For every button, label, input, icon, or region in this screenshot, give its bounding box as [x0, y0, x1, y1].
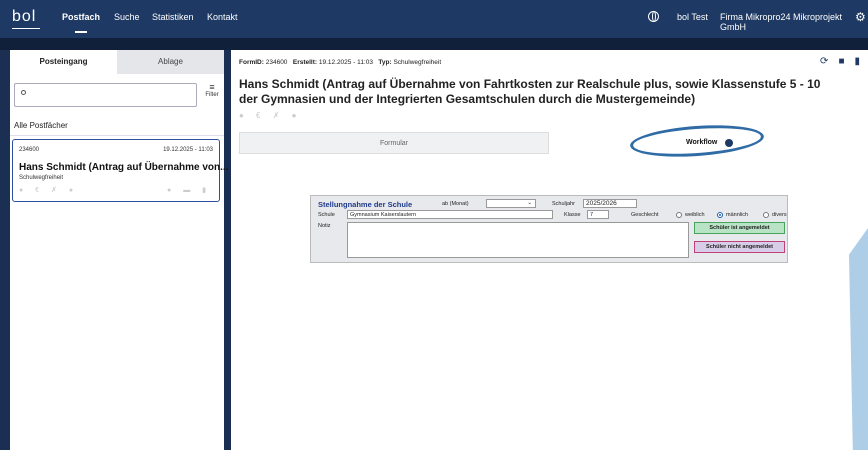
formid-value: 234600 — [265, 59, 288, 66]
user-name[interactable]: bol Test — [677, 12, 708, 22]
filter-icon: ≡ — [209, 82, 215, 92]
all-mailboxes-label[interactable]: Alle Postfächer — [14, 121, 68, 130]
detail-panel: FormID: 234600 Erstellt: 19.12.2025 - 11… — [231, 50, 868, 450]
form-title: Stellungnahme der Schule — [318, 200, 413, 209]
company-name[interactable]: Firma Mikropro24 Mikroprojekt GmbH — [720, 12, 868, 32]
radio-maennlich-label: männlich — [726, 212, 749, 218]
search-input[interactable] — [14, 83, 197, 107]
radio-weiblich[interactable] — [676, 212, 682, 218]
formid-label: FormID: — [239, 59, 264, 66]
radio-divers[interactable] — [763, 212, 769, 218]
header-shadow-band — [0, 38, 868, 50]
type-label: Typ: — [378, 59, 392, 66]
notiz-textarea[interactable] — [347, 222, 689, 258]
radio-maennlich[interactable] — [717, 212, 723, 218]
nav-suche[interactable]: Suche — [114, 12, 140, 22]
notiz-label: Notiz — [318, 223, 331, 229]
inbox-panel: Posteingang Ablage ≡ Filter Alle Postfäc… — [10, 50, 228, 450]
top-navigation-bar: bol Postfach Suche Statistiken Kontakt b… — [0, 0, 868, 38]
radio-divers-label: divers — [772, 212, 787, 218]
bol-logo[interactable]: bol — [11, 6, 41, 32]
klasse-label: Klasse — [564, 212, 581, 218]
page-title: Hans Schmidt (Antrag auf Übernahme von F… — [239, 77, 821, 106]
message-card[interactable]: 234600 19.12.2025 - 11:03 Hans Schmidt (… — [12, 139, 228, 202]
card-action-icons: ● ▬ ▮ — [167, 187, 211, 194]
form-meta: FormID: 234600 Erstellt: 19.12.2025 - 11… — [239, 59, 441, 66]
search-icon — [21, 90, 26, 95]
highlight-circle — [629, 121, 765, 161]
nav-kontakt[interactable]: Kontakt — [207, 12, 238, 22]
archive-icon[interactable]: ■ — [838, 56, 844, 67]
klasse-input[interactable]: 7 — [587, 210, 609, 219]
card-subtitle: Schulwegfreiheit — [19, 175, 64, 181]
ab-month-select[interactable]: ⌄ — [486, 199, 536, 208]
delete-icon[interactable]: ▮ — [854, 56, 860, 67]
divider — [10, 135, 224, 136]
detail-status-icons: ● € ✗ ● — [239, 111, 302, 120]
schuljahr-input[interactable]: 2025/2026 — [583, 199, 637, 208]
schuljahr-label: Schuljahr — [552, 201, 575, 207]
card-status-icons: ● € ✗ ● — [19, 187, 79, 194]
tab-formular[interactable]: Formular — [239, 132, 549, 154]
logo-underline — [12, 28, 40, 29]
card-date: 19.12.2025 - 11:03 — [163, 147, 213, 153]
filter-button[interactable]: ≡ Filter — [202, 82, 222, 99]
detail-tabs: Formular Workflow — [239, 132, 868, 154]
student-registered-button[interactable]: Schüler ist angemeldet — [694, 222, 785, 234]
card-title: Hans Schmidt (Antrag auf Übernahme von..… — [19, 162, 229, 173]
logo-text: bol — [12, 8, 37, 25]
type-value: Schulwegfreiheit — [393, 59, 442, 66]
ab-month-label: ab (Monat) — [442, 201, 469, 207]
detail-action-icons: ⟳ ■ ▮ — [810, 56, 860, 67]
student-not-registered-button[interactable]: Schüler nicht angemeldet — [694, 241, 785, 253]
radio-weiblich-label: weiblich — [685, 212, 705, 218]
schule-label: Schule — [318, 212, 335, 218]
gear-icon[interactable]: ⚙ — [855, 10, 866, 24]
refresh-icon[interactable]: ⟳ — [820, 56, 828, 67]
nav-postfach[interactable]: Postfach — [62, 12, 100, 22]
card-id: 234600 — [19, 147, 40, 153]
filter-label: Filter — [205, 92, 219, 98]
geschlecht-label: Geschlecht — [631, 212, 659, 218]
language-globe-icon[interactable] — [648, 11, 659, 22]
nav-active-indicator — [75, 31, 87, 33]
created-value: 19.12.2025 - 11:03 — [318, 59, 373, 66]
tab-posteingang[interactable]: Posteingang — [10, 50, 117, 74]
background-shape — [849, 228, 868, 450]
created-label: Erstellt: — [292, 59, 318, 66]
school-statement-form: Stellungnahme der Schule ab (Monat) ⌄ Sc… — [310, 195, 788, 263]
tab-ablage[interactable]: Ablage — [117, 50, 224, 74]
chevron-down-icon: ⌄ — [527, 200, 532, 206]
schule-input[interactable]: Gymnasium Kaiserslautern — [347, 210, 553, 219]
nav-statistiken[interactable]: Statistiken — [152, 12, 194, 22]
